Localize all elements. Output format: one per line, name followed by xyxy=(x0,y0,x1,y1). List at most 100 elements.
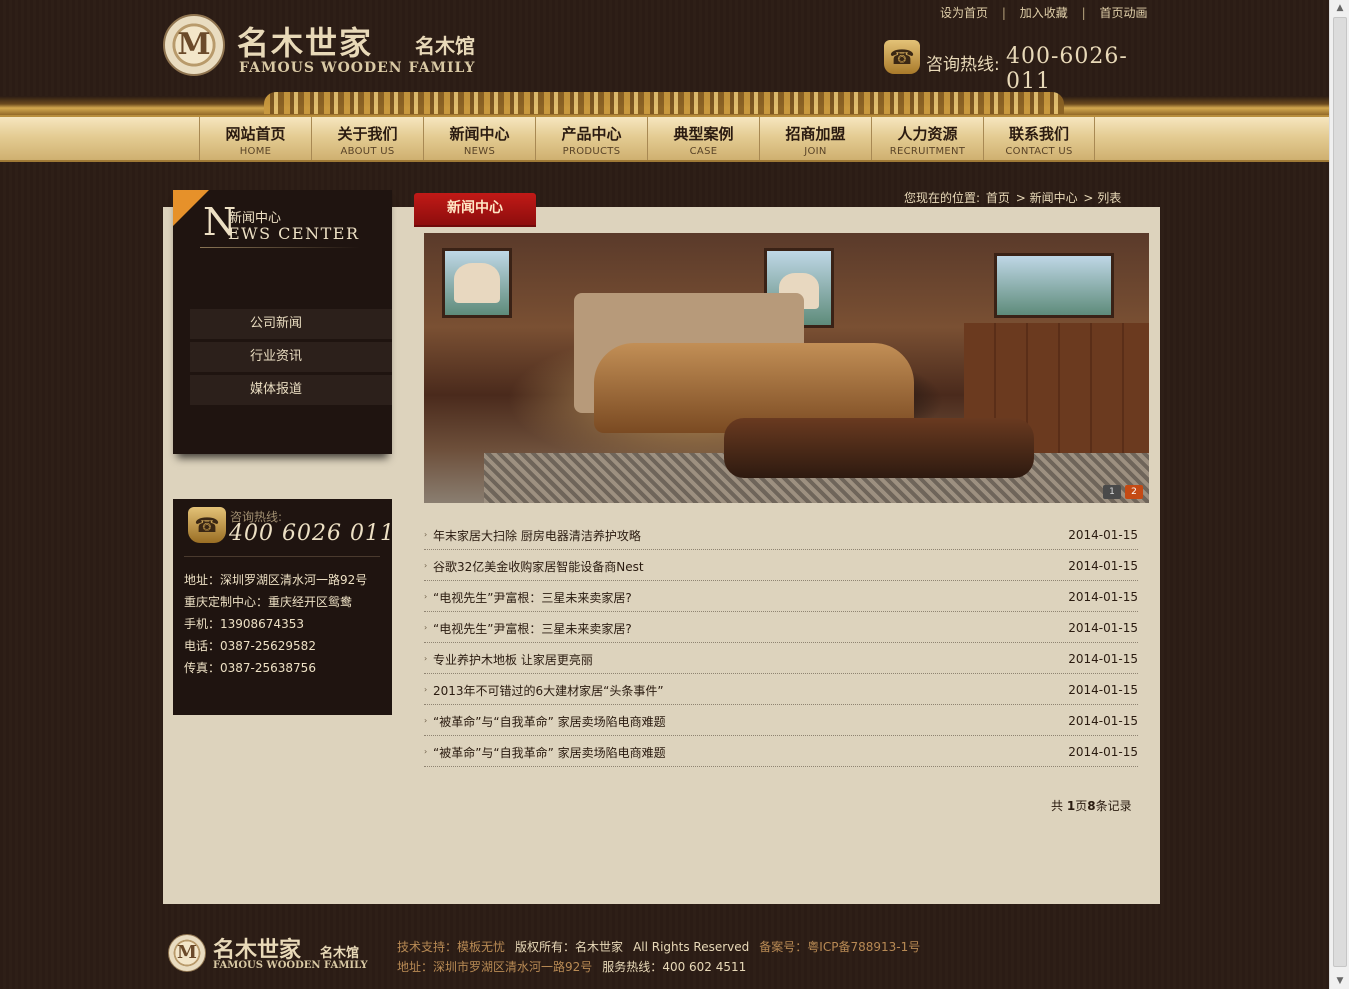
icp-value[interactable]: 粤ICP备788913-1号 xyxy=(807,940,920,954)
banner-dot[interactable]: 1 xyxy=(1103,485,1121,499)
list-item[interactable]: › “被革命”与“自我革命” 家居卖场陷电商难题 2014-01-15 xyxy=(424,705,1138,736)
logo-text-en: FAMOUS WOODEN FAMILY xyxy=(239,60,476,76)
breadcrumb-label: 您现在的位置: xyxy=(904,191,981,205)
nav-label-cn: 联系我们 xyxy=(1008,125,1069,143)
nav-label-cn: 新闻中心 xyxy=(449,125,510,143)
sidebar-menu: 公司新闻 行业资讯 媒体报道 xyxy=(190,309,392,408)
top-links: 设为首页 | 加入收藏 | 首页动画 xyxy=(940,4,1147,21)
scroll-down-arrow-icon[interactable]: ▼ xyxy=(1332,973,1348,989)
news-date: 2014-01-15 xyxy=(1068,528,1138,542)
separator: | xyxy=(1081,6,1086,20)
nav-label-cn: 产品中心 xyxy=(561,125,622,143)
copyright-label: 版权所有： xyxy=(515,940,576,954)
list-item[interactable]: › 谷歌32亿美金收购家居智能设备商Nest 2014-01-15 xyxy=(424,550,1138,581)
banner-dot-active[interactable]: 2 xyxy=(1125,485,1143,499)
support-label: 技术支持： xyxy=(397,940,458,954)
nav-label-cn: 招商加盟 xyxy=(785,125,846,143)
pager-suffix: 条记录 xyxy=(1095,799,1132,813)
footer-line-2: 地址：深圳市罗湖区清水河一路92号 服务热线：400 602 4511 xyxy=(397,958,746,975)
news-date: 2014-01-15 xyxy=(1068,745,1138,759)
news-date: 2014-01-15 xyxy=(1068,590,1138,604)
news-title[interactable]: 专业养护木地板 让家居更亮丽 xyxy=(433,651,593,668)
set-homepage-link[interactable]: 设为首页 xyxy=(940,4,988,21)
news-date: 2014-01-15 xyxy=(1068,652,1138,666)
service-value: 400 602 4511 xyxy=(662,960,747,974)
news-title[interactable]: 谷歌32亿美金收购家居智能设备商Nest xyxy=(433,558,644,575)
sidebar-item-industry-news[interactable]: 行业资讯 xyxy=(190,342,392,372)
support-value[interactable]: 模板无忧 xyxy=(457,940,505,954)
news-title[interactable]: 2013年不可错过的6大建材家居“头条事件” xyxy=(433,682,664,699)
footer-logo-sub: 名木馆 xyxy=(320,946,360,961)
news-list: › 年末家居大扫除 厨房电器清洁养护攻略 2014-01-15 › 谷歌32亿美… xyxy=(424,519,1138,767)
news-title[interactable]: “被革命”与“自我革命” 家居卖场陷电商难题 xyxy=(433,744,666,761)
separator: | xyxy=(1001,6,1006,20)
address-label: 地址： xyxy=(397,960,434,974)
vertical-scrollbar[interactable]: ▲ ▼ xyxy=(1329,0,1349,989)
site-logo[interactable]: M 名木世家 名木馆 FAMOUS WOODEN FAMILY xyxy=(163,14,493,80)
hotline-label: 咨询热线: xyxy=(926,55,1000,75)
contact-phone: 电话：0387-25629582 xyxy=(184,639,316,653)
pager-records: 8 xyxy=(1087,799,1096,813)
contact-list: 地址：深圳罗湖区清水河一路92号 重庆定制中心：重庆经开区鸳鸯 手机：13908… xyxy=(184,571,390,681)
nav-label-cn: 人力资源 xyxy=(897,125,958,143)
breadcrumb-list[interactable]: > 列表 xyxy=(1083,191,1121,205)
banner-image[interactable]: 1 2 xyxy=(424,233,1149,503)
footer-logo[interactable]: M 名木世家 名木馆 FAMOUS WOODEN FAMILY xyxy=(168,930,368,976)
list-item[interactable]: › 2013年不可错过的6大建材家居“头条事件” 2014-01-15 xyxy=(424,674,1138,705)
section-tab-news[interactable]: 新闻中心 xyxy=(414,193,536,227)
news-title[interactable]: “电视先生”尹富根：三星未来卖家居? xyxy=(433,589,632,606)
list-item[interactable]: › 专业养护木地板 让家居更亮丽 2014-01-15 xyxy=(424,643,1138,674)
sidebar-item-media-reports[interactable]: 媒体报道 xyxy=(190,375,392,405)
telephone-icon: ☎ xyxy=(188,507,226,543)
sidebar-item-company-news[interactable]: 公司新闻 xyxy=(190,309,392,339)
news-title[interactable]: 年末家居大扫除 厨房电器清洁养护攻略 xyxy=(433,527,641,544)
nav-item-contact[interactable]: 联系我们 CONTACT US xyxy=(983,117,1095,160)
news-title[interactable]: “被革命”与“自我革命” 家居卖场陷电商难题 xyxy=(433,713,666,730)
list-item[interactable]: › “被革命”与“自我革命” 家居卖场陷电商难题 2014-01-15 xyxy=(424,736,1138,767)
nav-item-products[interactable]: 产品中心 PRODUCTS xyxy=(535,117,647,160)
nav-item-about[interactable]: 关于我们 ABOUT US xyxy=(311,117,423,160)
nav-item-recruitment[interactable]: 人力资源 RECRUITMENT xyxy=(871,117,983,160)
bullet-arrow-icon: › xyxy=(424,654,428,663)
banner-window xyxy=(994,253,1114,318)
bullet-arrow-icon: › xyxy=(424,747,428,756)
nav-label-en: RECRUITMENT xyxy=(889,146,966,157)
contact-custom-center: 重庆定制中心：重庆经开区鸳鸯 xyxy=(184,595,353,609)
logo-subtitle: 名木馆 xyxy=(415,34,475,58)
header-ornament-scroll xyxy=(264,92,1064,114)
breadcrumb: 您现在的位置: 首页 > 新闻中心 > 列表 xyxy=(904,189,1123,206)
news-date: 2014-01-15 xyxy=(1068,714,1138,728)
icp-label: 备案号： xyxy=(759,940,808,954)
nav-label-en: CASE xyxy=(689,146,718,157)
hotline-number: 400-6026-011 xyxy=(1006,44,1128,94)
logo-seal-icon: M xyxy=(168,934,206,972)
breadcrumb-news[interactable]: > 新闻中心 xyxy=(1016,191,1078,205)
nav-label-en: ABOUT US xyxy=(340,146,395,157)
contact-address: 地址：深圳罗湖区清水河一路92号 xyxy=(184,573,368,587)
scroll-thumb[interactable] xyxy=(1333,17,1347,967)
sidebar-hotline-number: 400 6026 011 xyxy=(229,521,395,546)
news-date: 2014-01-15 xyxy=(1068,621,1138,635)
bullet-arrow-icon: › xyxy=(424,685,428,694)
service-label: 服务热线： xyxy=(602,960,663,974)
news-date: 2014-01-15 xyxy=(1068,683,1138,697)
nav-item-home[interactable]: 网站首页 HOME xyxy=(199,117,311,160)
address-value: 深圳市罗湖区清水河一路92号 xyxy=(433,960,593,974)
nav-item-news[interactable]: 新闻中心 NEWS xyxy=(423,117,535,160)
list-item[interactable]: › “电视先生”尹富根：三星未来卖家居? 2014-01-15 xyxy=(424,612,1138,643)
add-favorite-link[interactable]: 加入收藏 xyxy=(1020,4,1068,21)
nav-label-cn: 典型案例 xyxy=(673,125,734,143)
nav-label-en: JOIN xyxy=(804,146,827,157)
telephone-icon: ☎ xyxy=(884,40,920,74)
logo-text-cn: 名木世家 xyxy=(237,24,374,62)
bullet-arrow-icon: › xyxy=(424,530,428,539)
list-item[interactable]: › “电视先生”尹富根：三星未来卖家居? 2014-01-15 xyxy=(424,581,1138,612)
scroll-up-arrow-icon[interactable]: ▲ xyxy=(1332,0,1348,16)
nav-item-case[interactable]: 典型案例 CASE xyxy=(647,117,759,160)
breadcrumb-home[interactable]: 首页 xyxy=(986,191,1010,205)
nav-item-join[interactable]: 招商加盟 JOIN xyxy=(759,117,871,160)
banner-pagination: 1 2 xyxy=(1103,485,1143,499)
list-item[interactable]: › 年末家居大扫除 厨房电器清洁养护攻略 2014-01-15 xyxy=(424,519,1138,550)
home-animation-link[interactable]: 首页动画 xyxy=(1099,4,1147,21)
news-title[interactable]: “电视先生”尹富根：三星未来卖家居? xyxy=(433,620,632,637)
